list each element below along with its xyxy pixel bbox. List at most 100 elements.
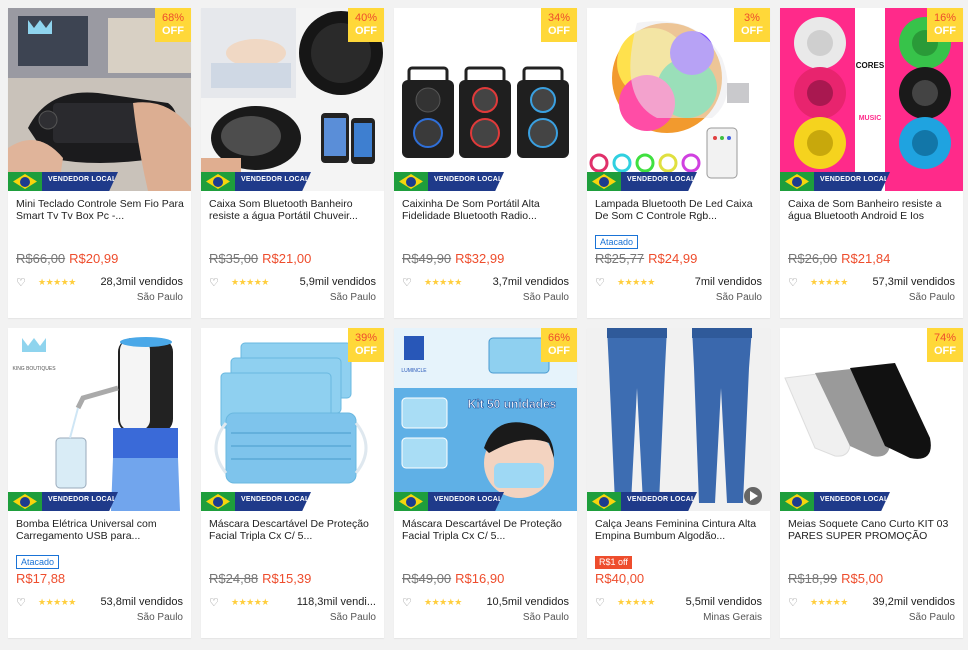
local-seller-label: VENDEDOR LOCAL <box>241 496 310 503</box>
seller-location: São Paulo <box>136 292 183 303</box>
coupon-tag: R$1 off <box>595 556 632 569</box>
star-rating-icon: ★★★★★ <box>38 597 76 607</box>
original-price: R$49,90 <box>402 251 452 266</box>
star-rating-icon: ★★★★★ <box>424 597 462 607</box>
original-price: R$49,00 <box>402 571 452 586</box>
price-row: R$66,00 R$20,99 <box>16 251 118 266</box>
heart-icon[interactable]: ♡ <box>788 276 798 289</box>
product-card[interactable]: 68% OFF VENDEDOR LOCAL Mini Teclado Cont… <box>8 8 191 318</box>
price-row: R$49,00 R$16,90 <box>402 571 504 586</box>
brazil-flag-icon <box>8 492 42 511</box>
product-title[interactable]: Caixa de Som Banheiro resiste a água Blu… <box>788 198 956 222</box>
sold-count: 3,7mil vendidos <box>492 276 569 288</box>
price-row: R$17,88 <box>16 571 65 586</box>
heart-icon[interactable]: ♡ <box>595 596 605 609</box>
original-price: R$66,00 <box>16 251 66 266</box>
local-seller-badge: VENDEDOR LOCAL <box>780 172 890 191</box>
brazil-flag-icon <box>394 172 428 191</box>
product-title[interactable]: Caixa Som Bluetooth Banheiro resiste a á… <box>209 198 377 222</box>
heart-icon[interactable]: ♡ <box>402 276 412 289</box>
sale-price: R$5,00 <box>841 571 884 586</box>
product-card[interactable]: CORES MUSIC 16% OFF VENDEDOR LOCAL Caixa… <box>780 8 963 318</box>
product-title[interactable]: Calça Jeans Feminina Cintura Alta Empina… <box>595 518 763 542</box>
star-rating-icon: ★★★★★ <box>424 277 462 287</box>
discount-badge: 39% OFF <box>348 328 384 362</box>
rating-row: ♡ ★★★★★ 57,3mil vendidos <box>788 276 955 290</box>
discount-off-label: OFF <box>548 345 570 357</box>
original-price: R$35,00 <box>209 251 259 266</box>
product-card[interactable]: 74% OFF VENDEDOR LOCAL Meias Soquete Can… <box>780 328 963 638</box>
discount-off-label: OFF <box>355 25 377 37</box>
discount-percent: 68% <box>161 12 185 24</box>
heart-icon[interactable]: ♡ <box>595 276 605 289</box>
discount-percent: 34% <box>547 12 571 24</box>
sale-price: R$20,99 <box>69 251 119 266</box>
sold-count: 118,3mil vendi... <box>296 596 376 608</box>
original-price: R$26,00 <box>788 251 838 266</box>
local-seller-badge: VENDEDOR LOCAL <box>587 492 697 511</box>
rating-row: ♡ ★★★★★ 53,8mil vendidos <box>16 596 183 610</box>
local-seller-label: VENDEDOR LOCAL <box>627 496 696 503</box>
product-card[interactable]: KING BOUTIQUES VENDEDOR LOCAL Bomba Elét… <box>8 328 191 638</box>
product-card[interactable]: LUMINCLE Kit 50 unidades 66% OFF VENDEDO… <box>394 328 577 638</box>
product-image[interactable]: KING BOUTIQUES <box>8 328 191 511</box>
tag-row: Atacado <box>16 552 60 569</box>
original-price: R$25,77 <box>595 251 645 266</box>
discount-off-label: OFF <box>934 345 956 357</box>
product-card[interactable]: 39% OFF VENDEDOR LOCAL Máscara Descartáv… <box>201 328 384 638</box>
sale-price: R$32,99 <box>455 251 505 266</box>
discount-percent: 40% <box>354 12 378 24</box>
star-rating-icon: ★★★★★ <box>617 277 655 287</box>
local-seller-badge: VENDEDOR LOCAL <box>8 172 118 191</box>
product-title[interactable]: Máscara Descartável De Proteção Facial T… <box>402 518 570 542</box>
sale-price: R$17,88 <box>16 571 66 586</box>
product-title[interactable]: Caixinha De Som Portátil Alta Fidelidade… <box>402 198 570 222</box>
rating-row: ♡ ★★★★★ 5,9mil vendidos <box>209 276 376 290</box>
seller-location: São Paulo <box>329 292 376 303</box>
product-card[interactable]: VENDEDOR LOCAL Calça Jeans Feminina Cint… <box>587 328 770 638</box>
seller-location: Minas Gerais <box>703 612 762 623</box>
star-rating-icon: ★★★★★ <box>231 277 269 287</box>
sold-count: 7mil vendidos <box>694 276 762 288</box>
local-seller-badge: VENDEDOR LOCAL <box>394 172 504 191</box>
product-card[interactable]: 3% OFF VENDEDOR LOCAL Lampada Bluetooth … <box>587 8 770 318</box>
product-title[interactable]: Bomba Elétrica Universal com Carregament… <box>16 518 184 542</box>
discount-off-label: OFF <box>355 345 377 357</box>
product-card[interactable]: 40% OFF VENDEDOR LOCAL Caixa Som Bluetoo… <box>201 8 384 318</box>
seller-location: São Paulo <box>715 292 762 303</box>
rating-row: ♡ ★★★★★ 3,7mil vendidos <box>402 276 569 290</box>
discount-badge: 3% OFF <box>734 8 770 42</box>
seller-location: São Paulo <box>329 612 376 623</box>
local-seller-label: VENDEDOR LOCAL <box>48 496 117 503</box>
product-image[interactable] <box>587 328 770 511</box>
product-title[interactable]: Lampada Bluetooth De Led Caixa De Som C … <box>595 198 763 222</box>
sold-count: 10,5mil vendidos <box>486 596 569 608</box>
product-title[interactable]: Mini Teclado Controle Sem Fio Para Smart… <box>16 198 184 222</box>
discount-badge: 40% OFF <box>348 8 384 42</box>
seller-location: São Paulo <box>136 612 183 623</box>
image-text-music: MUSIC <box>859 115 882 122</box>
heart-icon[interactable]: ♡ <box>16 276 26 289</box>
heart-icon[interactable]: ♡ <box>209 276 219 289</box>
local-seller-badge: VENDEDOR LOCAL <box>780 492 890 511</box>
sold-count: 5,5mil vendidos <box>685 596 762 608</box>
local-seller-label: VENDEDOR LOCAL <box>48 176 117 183</box>
product-card[interactable]: 34% OFF VENDEDOR LOCAL Caixinha De Som P… <box>394 8 577 318</box>
local-seller-badge: VENDEDOR LOCAL <box>394 492 504 511</box>
product-title[interactable]: Máscara Descartável De Proteção Facial T… <box>209 518 377 542</box>
price-row: R$26,00 R$21,84 <box>788 251 890 266</box>
heart-icon[interactable]: ♡ <box>788 596 798 609</box>
brazil-flag-icon <box>201 492 235 511</box>
heart-icon[interactable]: ♡ <box>209 596 219 609</box>
discount-percent: 66% <box>547 332 571 344</box>
price-row: R$35,00 R$21,00 <box>209 251 311 266</box>
price-row: R$40,00 <box>595 571 644 586</box>
product-title[interactable]: Meias Soquete Cano Curto KIT 03 PARES SU… <box>788 518 956 542</box>
local-seller-label: VENDEDOR LOCAL <box>820 176 889 183</box>
wholesale-tag: Atacado <box>595 235 639 249</box>
heart-icon[interactable]: ♡ <box>402 596 412 609</box>
heart-icon[interactable]: ♡ <box>16 596 26 609</box>
seller-location: São Paulo <box>522 612 569 623</box>
rating-row: ♡ ★★★★★ 39,2mil vendidos <box>788 596 955 610</box>
discount-off-label: OFF <box>934 25 956 37</box>
